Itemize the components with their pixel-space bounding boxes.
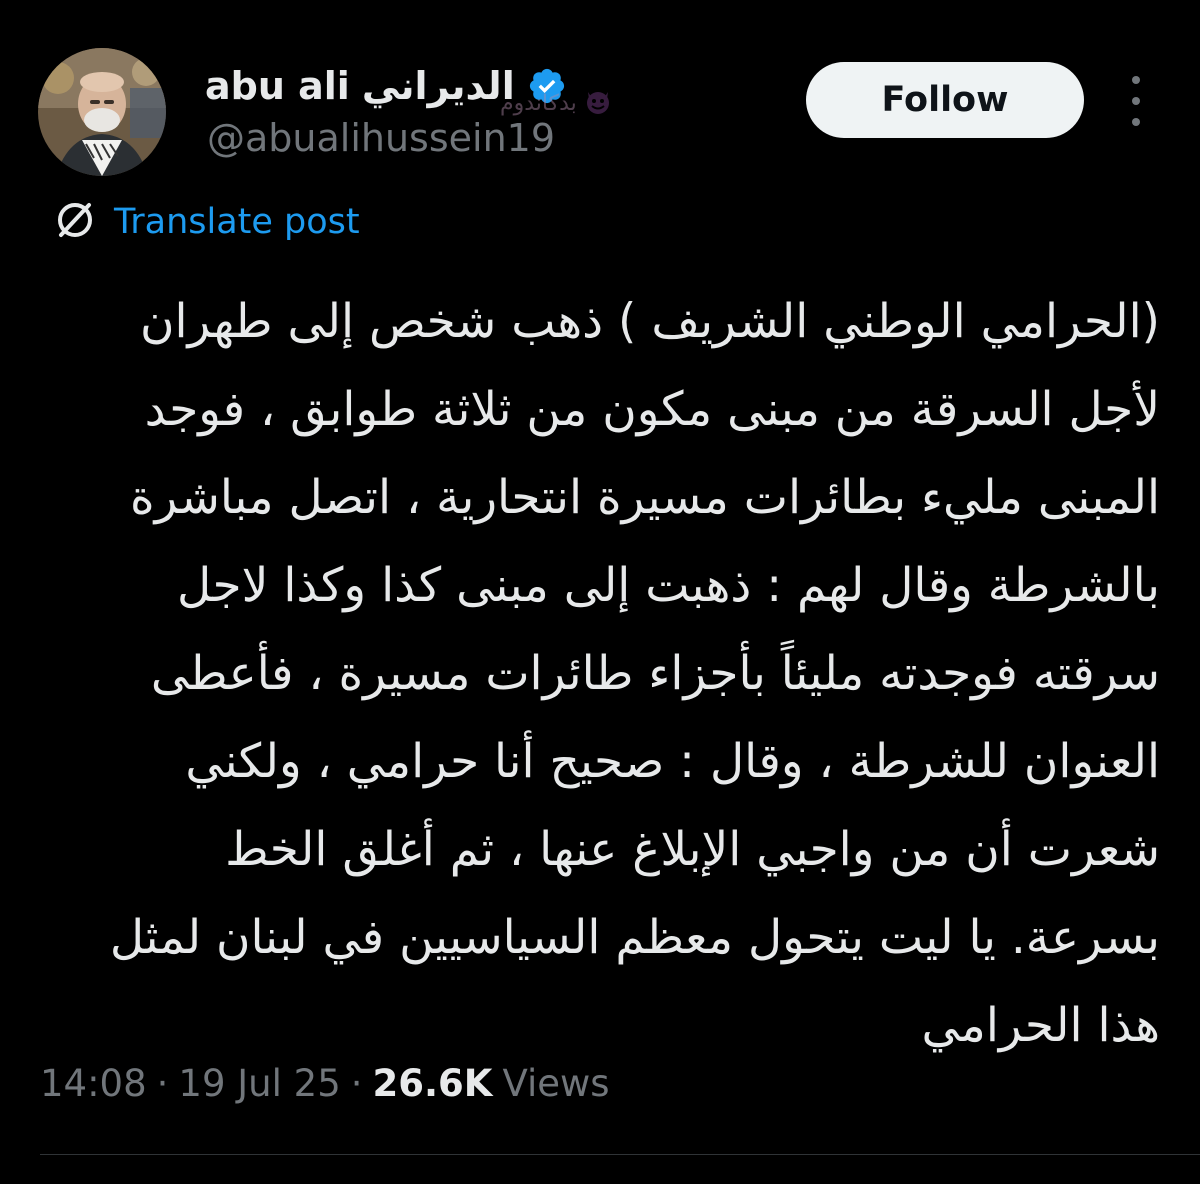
divider — [40, 1154, 1200, 1155]
post-line: (الحرامي الوطني الشريف ) ذهب شخص إلى طهر… — [139, 294, 1160, 349]
post-line: شعرت أن من واجبي الإبلاغ عنها ، ثم أغلق … — [225, 822, 1160, 877]
post-line: سرقته فوجدته مليئاً بأجزاء طائرات مسيرة … — [150, 646, 1160, 701]
post-line: لأجل السرقة من مبنى مكون من ثلاثة طوابق … — [144, 382, 1160, 437]
devil-emoji-icon — [583, 86, 613, 120]
more-vertical-icon[interactable] — [1118, 76, 1154, 126]
post-line: العنوان للشرطة ، وقال : صحيح أنا حرامي ،… — [185, 734, 1160, 789]
views-count[interactable]: 26.6K — [373, 1062, 493, 1105]
post-line: بالشرطة وقال لهم : ذهبت إلى مبنى كذا وكذ… — [176, 558, 1160, 613]
meta-separator: · — [350, 1062, 363, 1105]
post-meta: 14:08 · 19 Jul 25 · 26.6K Views — [40, 1062, 610, 1105]
meta-separator: · — [156, 1062, 169, 1105]
post-line: المبنى مليء بطائرات مسيرة انتحارية ، اتص… — [129, 470, 1160, 525]
translate-post-link[interactable]: Translate post — [54, 198, 360, 246]
display-name-latin: abu ali — [205, 64, 350, 108]
post-date[interactable]: 19 Jul 25 — [178, 1062, 340, 1105]
views-label: Views — [502, 1062, 610, 1105]
profile-photo — [38, 48, 166, 176]
translate-globe-icon — [54, 199, 96, 245]
avatar[interactable] — [38, 48, 166, 176]
watermark: بدكاندوم — [500, 86, 613, 120]
post-line: هذا الحرامي — [921, 998, 1160, 1053]
translate-post-label: Translate post — [114, 202, 360, 242]
post-text: (الحرامي الوطني الشريف ) ذهب شخص إلى طهر… — [40, 278, 1160, 1070]
user-handle[interactable]: @abualihussein19 — [207, 116, 555, 160]
watermark-text: بدكاندوم — [500, 90, 577, 116]
post-line: بسرعة. يا ليت يتحول معظم السياسيين في لب… — [109, 910, 1160, 965]
post-time[interactable]: 14:08 — [40, 1062, 147, 1105]
follow-button[interactable]: Follow — [806, 62, 1084, 138]
display-name-arabic: الديراني — [361, 64, 515, 108]
